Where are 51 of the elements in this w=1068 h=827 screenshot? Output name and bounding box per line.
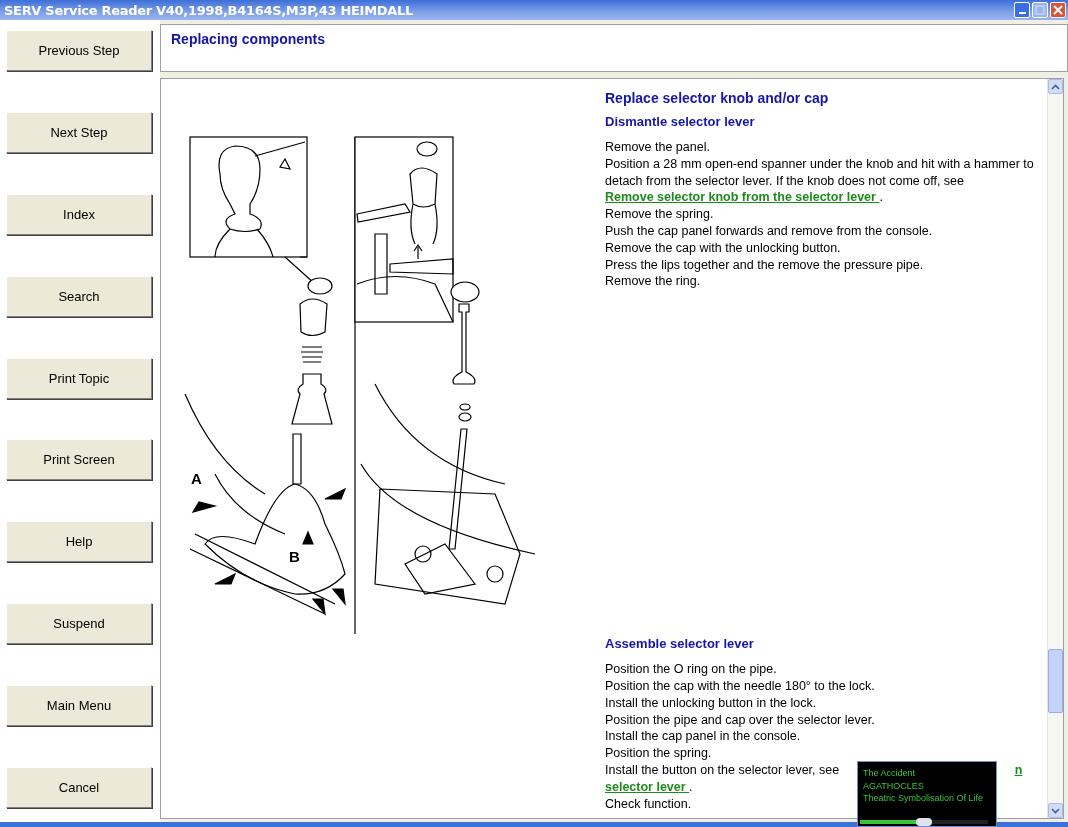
instruction-text: Install the unlocking button in the lock. [605, 694, 817, 712]
instruction-text: Position the O ring on the pipe. [605, 661, 777, 678]
instruction-text: Check function. [605, 795, 692, 813]
track-info-text: AGATHOCLES [863, 779, 925, 792]
sidebar-button[interactable]: Search [6, 275, 152, 317]
instruction-text: Install the button on the selector lever, see [605, 762, 841, 777]
close-button[interactable] [1050, 2, 1066, 18]
instruction-text: Position the cap with the needle 180° to the lock. [605, 677, 875, 695]
sidebar-button[interactable]: Print Screen [6, 439, 152, 481]
section-heading: Dismantle selector lever [605, 114, 756, 129]
instruction-text: Push the cap panel forwards and remove from the console. [605, 223, 933, 240]
sidebar-button[interactable]: Previous Step [6, 30, 152, 71]
sidebar-button[interactable]: Next Step [6, 111, 152, 153]
instruction-text: Remove the spring. [605, 206, 714, 223]
callout-label: B [289, 548, 300, 565]
callout-label: A [191, 470, 202, 487]
sidebar-button[interactable]: Main Menu [6, 685, 152, 726]
scroll-down-button[interactable] [1048, 803, 1063, 818]
instruction-text: Remove the cap with the unlocking button. [605, 239, 841, 257]
scroll-up-button[interactable] [1048, 79, 1063, 94]
instruction-text: . [689, 779, 693, 794]
instruction-text: Remove the panel. [605, 139, 710, 156]
sidebar-button[interactable]: Help [6, 521, 152, 563]
track-info-text: Theatric Symbolisation Of Life [863, 792, 985, 805]
sidebar-button[interactable]: Index [6, 193, 152, 235]
scroll-thumb[interactable] [1048, 649, 1063, 713]
vertical-scrollbar[interactable] [1047, 79, 1063, 818]
sidebar-button[interactable]: Cancel [6, 766, 152, 808]
instruction-text: Press the lips together and the remove the pressure pipe. [605, 256, 924, 274]
instruction-text: Position a 28 mm open-end spanner under the knob and hit with a hammer to detach from the selector lever. If the knob does not come off, see Remove selector knob from the selector lever . [605, 155, 1035, 207]
minimize-button[interactable] [1014, 2, 1030, 18]
instruction-text: Position the pipe and cap over the selector lever. [605, 711, 875, 729]
topic-title: Replacing components [171, 31, 326, 47]
sidebar-button[interactable]: Suspend [6, 603, 152, 645]
section-title: Replace selector knob and/or cap [605, 90, 830, 106]
instruction-text: Remove the ring. [605, 273, 701, 291]
minimize-icon [1018, 12, 1026, 14]
chevron-down-icon [1051, 807, 1060, 814]
section-heading: Assemble selector lever [605, 636, 755, 652]
progress-thumb[interactable] [916, 818, 932, 826]
instruction-text: Install the cap panel in the console. [605, 728, 801, 746]
topic-link[interactable]: selector lever [605, 779, 690, 794]
topic-link[interactable]: n [1014, 762, 1023, 777]
window-title: SERV Service Reader V40,1998,B4164S,M3P,43 HEIMDALL [4, 2, 413, 18]
track-info-text: The Accident [863, 767, 917, 780]
topic-link[interactable]: Remove selector knob from the selector lever [605, 190, 880, 205]
chevron-up-icon [1051, 83, 1060, 90]
maximize-icon [1033, 3, 1047, 17]
close-icon [1051, 3, 1065, 17]
sidebar-button[interactable]: Print Topic [6, 357, 152, 399]
instruction-text: Position the spring. [605, 745, 712, 762]
